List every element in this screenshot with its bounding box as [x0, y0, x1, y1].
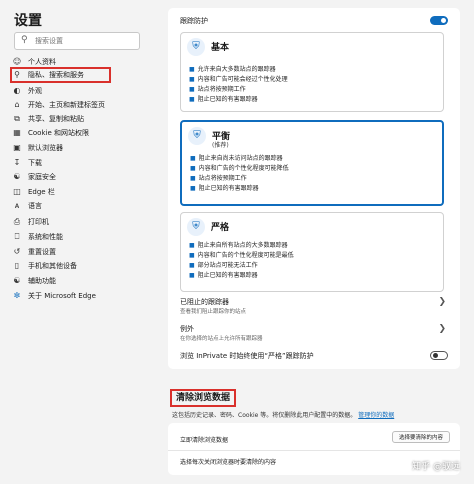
settings-main: 跟踪防护 ⛨ 基本 ■ 允许来自大多数站点的跟踪器 ■ 内容和广告可能会经过个性化处…: [154, 0, 474, 484]
card-balanced[interactable]: ⛨ 平衡 (推荐) ■ 阻止来自尚未访问站点的跟踪器 ■ 内容和广告的个性化程度可能…: [180, 120, 444, 206]
settings-sidebar: 设置 ⚲ ☺个人资料 ⚲隐私、搜索和服务 ◐外观 ⌂开始、主页和新建标签页 ⧉共…: [0, 0, 154, 484]
card-strict-title: 严格: [211, 223, 230, 233]
card-balanced-subtitle: (推荐): [212, 142, 229, 149]
blocked-trackers-label: 已阻止的跟踪器: [180, 298, 229, 306]
sidebar-item-edge-bar[interactable]: ◫ Edge 栏: [12, 185, 142, 198]
phone-icon: ▯: [14, 261, 20, 270]
system-icon: ⎕: [14, 232, 20, 241]
search-input[interactable]: [35, 34, 131, 47]
language-icon: ᴀ: [14, 201, 20, 210]
card-basic-title: 基本: [211, 43, 230, 53]
list-item: ■ 阻止来自尚未访问站点的跟踪器: [190, 155, 283, 162]
chevron-right-icon: ❯: [438, 297, 446, 307]
sidebar-item-phone[interactable]: ▯ 手机和其他设备: [12, 259, 142, 272]
sidebar-item-reset[interactable]: ↺ 重置设置: [12, 245, 142, 258]
sidebar-item-downloads[interactable]: ↧ 下载: [12, 156, 142, 169]
reset-icon: ↺: [13, 247, 21, 256]
sidebar-item-system[interactable]: ⎕ 系统和性能: [12, 230, 142, 243]
download-icon: ↧: [13, 158, 21, 167]
share-icon: ⧉: [14, 114, 20, 123]
exceptions-label: 例外: [180, 325, 194, 333]
sidebar-item-about[interactable]: ✼ 关于 Microsoft Edge: [12, 289, 142, 302]
family-icon: ☯: [13, 172, 21, 181]
clear-now-label: 立即清除浏览数据: [180, 437, 229, 444]
list-item: ■ 站点将按预期工作: [189, 86, 246, 93]
card-balanced-list: ■ 阻止来自尚未访问站点的跟踪器 ■ 内容和广告的个性化程度可能降低 ■ 站点将按预期…: [190, 154, 289, 194]
list-item: ■ 阻止已知的有害跟踪器: [189, 272, 258, 279]
search-box[interactable]: ⚲: [14, 32, 140, 50]
edge-bar-icon: ◫: [13, 187, 21, 196]
sidebar-item-printers[interactable]: ⎙ 打印机: [12, 215, 142, 228]
list-item: ■ 内容和广告可能会经过个性化处理: [189, 76, 288, 83]
divider: [168, 450, 460, 451]
tracking-prevention-label: 跟踪防护: [180, 17, 208, 25]
list-item: ■ 内容和广告的个性化程度可能是最低: [189, 252, 294, 259]
sidebar-item-accessibility[interactable]: ☯ 辅助功能: [12, 274, 142, 287]
list-item: ■ 部分站点可能无法工作: [189, 262, 258, 269]
home-icon: ⌂: [14, 100, 20, 109]
sidebar-item-language[interactable]: ᴀ 语言: [12, 199, 142, 212]
settings-title: 设置: [14, 13, 42, 29]
cookie-icon: ▦: [13, 128, 21, 137]
sidebar-item-default-browser[interactable]: ▣ 默认浏览器: [12, 141, 142, 154]
clear-browsing-desc: 这包括历史记录、密码、Cookie 等。将仅删除此用户配置中的数据。 管理你的数…: [172, 412, 395, 419]
watermark: 知乎 @驭远: [412, 462, 460, 472]
sidebar-item-cookies[interactable]: ▦ Cookie 和网站权限: [12, 126, 142, 139]
blocked-trackers-desc: 查看我们阻止跟踪你的站点: [180, 309, 247, 315]
exceptions-desc: 在你选择的站点上允许所有跟踪器: [180, 336, 263, 342]
choose-what-to-clear-button[interactable]: 选择要清除的内容: [392, 431, 450, 443]
sidebar-item-privacy[interactable]: ⚲ 隐私、搜索和服务: [10, 67, 111, 83]
clear-on-close-label[interactable]: 选择每次关闭浏览器时要清除的内容: [180, 457, 276, 466]
list-item: ■ 阻止已知的有害跟踪器: [189, 96, 258, 103]
printer-icon: ⎙: [13, 217, 21, 226]
sidebar-item-family[interactable]: ☯ 家庭安全: [12, 170, 142, 183]
clear-browsing-data-title: 清除浏览数据: [170, 389, 237, 407]
edge-logo-icon: ✼: [13, 291, 21, 300]
manage-data-link[interactable]: 管理你的数据: [358, 412, 394, 419]
appearance-icon: ◐: [13, 86, 21, 95]
search-icon: ⚲: [21, 35, 28, 45]
browser-icon: ▣: [13, 143, 21, 152]
chevron-right-icon: ❯: [438, 324, 446, 334]
card-basic-list: ■ 允许来自大多数站点的跟踪器 ■ 内容和广告可能会经过个性化处理 ■ 站点将按预期工…: [189, 65, 288, 105]
shield-basic-icon: ⛨: [187, 38, 205, 56]
tracking-prevention-panel: 跟踪防护 ⛨ 基本 ■ 允许来自大多数站点的跟踪器 ■ 内容和广告可能会经过个性化处…: [168, 8, 460, 369]
list-item: ■ 站点将按预期工作: [190, 175, 247, 182]
sidebar-item-share[interactable]: ⧉ 共享、复制和粘贴: [12, 112, 142, 125]
list-item: ■ 阻止来自所有站点的大多数跟踪器: [189, 242, 288, 249]
list-item: ■ 阻止已知的有害跟踪器: [190, 185, 259, 192]
shield-strict-icon: ⛨: [187, 218, 205, 236]
tracking-prevention-toggle[interactable]: [430, 16, 448, 25]
accessibility-icon: ☯: [13, 276, 21, 285]
shield-balanced-icon: ⛨: [188, 127, 206, 145]
list-item: ■ 内容和广告的个性化程度可能降低: [190, 165, 289, 172]
inprivate-strict-label: 浏览 InPrivate 时始终使用“严格”跟踪防护: [180, 352, 314, 360]
sidebar-item-appearance[interactable]: ◐ 外观: [12, 84, 142, 97]
sidebar-item-start-home[interactable]: ⌂ 开始、主页和新建标签页: [12, 98, 142, 111]
card-strict[interactable]: ⛨ 严格 ■ 阻止来自所有站点的大多数跟踪器 ■ 内容和广告的个性化程度可能是最低 …: [180, 212, 444, 292]
card-basic[interactable]: ⛨ 基本 ■ 允许来自大多数站点的跟踪器 ■ 内容和广告可能会经过个性化处理 ■ 站点…: [180, 32, 444, 112]
list-item: ■ 允许来自大多数站点的跟踪器: [189, 66, 276, 73]
inprivate-strict-toggle[interactable]: [430, 351, 448, 360]
lock-icon: ⚲: [14, 70, 20, 79]
card-strict-list: ■ 阻止来自所有站点的大多数跟踪器 ■ 内容和广告的个性化程度可能是最低 ■ 部分站点…: [189, 241, 294, 281]
